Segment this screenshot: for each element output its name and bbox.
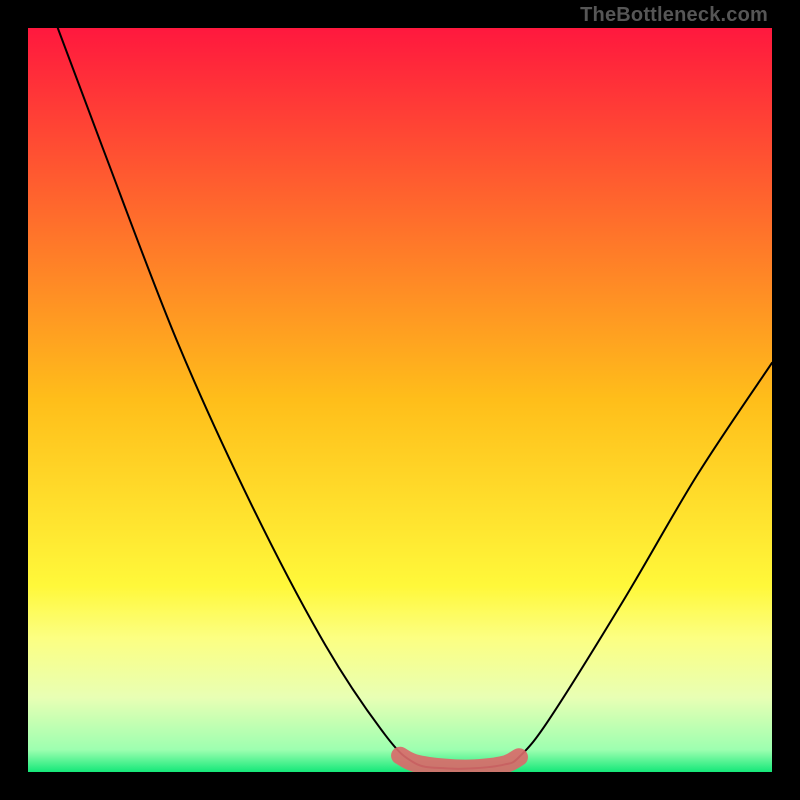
chart-frame <box>28 28 772 772</box>
chart-background <box>28 28 772 772</box>
bottleneck-chart <box>28 28 772 772</box>
watermark-text: TheBottleneck.com <box>580 4 768 27</box>
